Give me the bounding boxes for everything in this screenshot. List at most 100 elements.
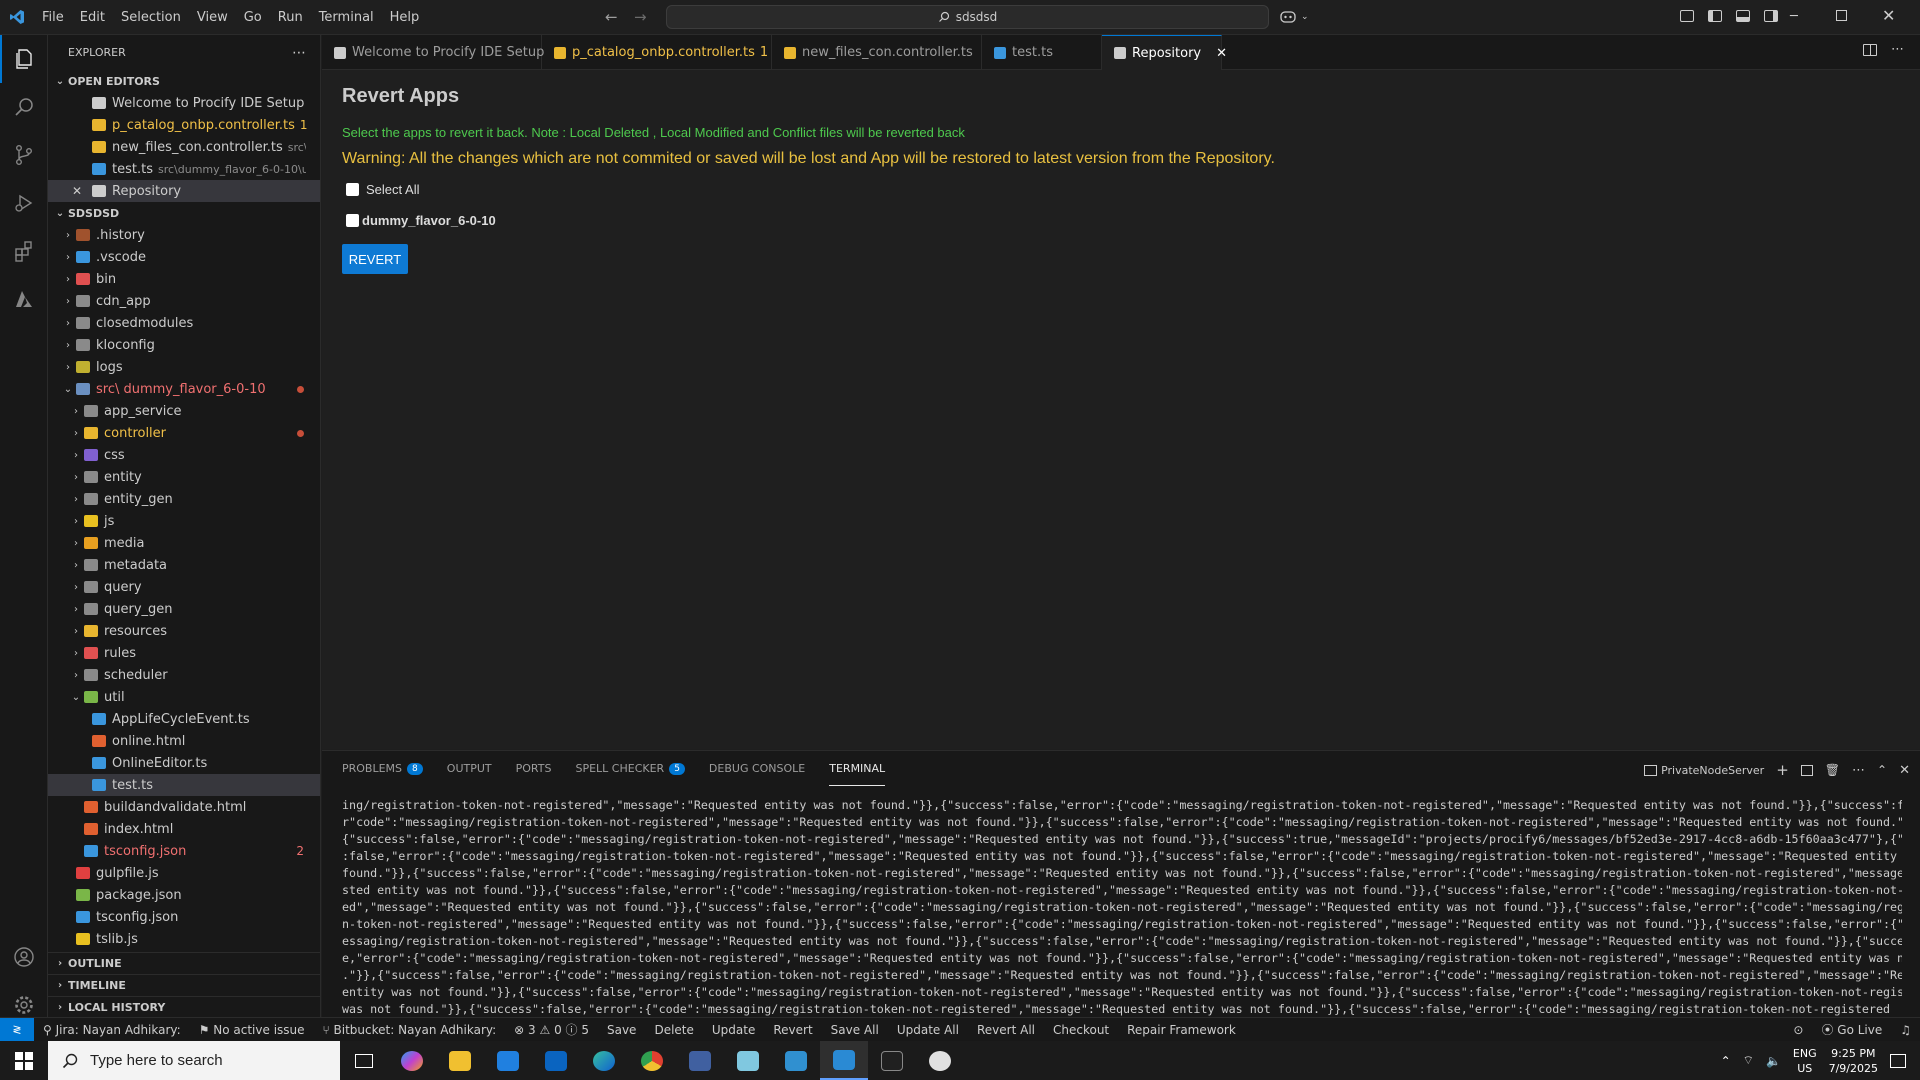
file-item[interactable]: tslib.js xyxy=(48,928,320,950)
section-outline[interactable]: › OUTLINE xyxy=(48,952,320,974)
file-item[interactable]: index.html xyxy=(48,818,320,840)
terminal-app-icon[interactable] xyxy=(868,1041,916,1080)
taskbar-search-box[interactable]: Type here to search xyxy=(48,1041,340,1080)
task-view-icon[interactable] xyxy=(340,1041,388,1080)
folder-item[interactable]: › metadata xyxy=(48,554,320,576)
network-icon[interactable]: ⌔ xyxy=(1743,1053,1754,1068)
folder-item[interactable]: ⌄ util xyxy=(48,686,320,708)
open-editor-item[interactable]: ✕ Repository xyxy=(48,180,320,202)
close-window-button[interactable]: ✕ xyxy=(1882,6,1895,25)
menu-terminal[interactable]: Terminal xyxy=(311,0,382,35)
chrome-icon[interactable] xyxy=(628,1041,676,1080)
status-action-revert[interactable]: Revert xyxy=(764,1023,821,1037)
status-action-revert-all[interactable]: Revert All xyxy=(968,1023,1044,1037)
menu-run[interactable]: Run xyxy=(270,0,311,35)
section-timeline[interactable]: › TIMELINE xyxy=(48,974,320,996)
bitbucket-status[interactable]: ⑂ Bitbucket: Nayan Adhikary: xyxy=(314,1023,506,1037)
menu-go[interactable]: Go xyxy=(236,0,270,35)
terminal-output[interactable]: ing/registration-token-not-registered","… xyxy=(342,797,1902,1035)
folder-item[interactable]: › app_service xyxy=(48,400,320,422)
folder-item[interactable]: › .history xyxy=(48,224,320,246)
status-action-repair-framework[interactable]: Repair Framework xyxy=(1118,1023,1245,1037)
notepad-icon[interactable] xyxy=(724,1041,772,1080)
app-checkbox[interactable] xyxy=(346,214,359,227)
new-terminal-icon[interactable]: + xyxy=(1776,761,1789,779)
jira-issue[interactable]: ⚑ No active issue xyxy=(190,1023,314,1037)
azure-icon[interactable] xyxy=(0,275,48,323)
toggle-primary-sidebar-icon[interactable] xyxy=(1708,10,1722,22)
remote-desktop-icon[interactable] xyxy=(676,1041,724,1080)
select-all-checkbox[interactable] xyxy=(346,183,359,196)
open-editor-item[interactable]: p_catalog_onbp.controller.tss...1 xyxy=(48,114,320,136)
menu-edit[interactable]: Edit xyxy=(72,0,113,35)
vscode-taskbar-icon[interactable] xyxy=(820,1041,868,1080)
command-center-search[interactable]: sdsdsd xyxy=(666,5,1269,29)
close-editor-icon[interactable]: ✕ xyxy=(72,184,92,198)
status-action-delete[interactable]: Delete xyxy=(645,1023,702,1037)
search-view-icon[interactable] xyxy=(0,83,48,131)
folder-item[interactable]: › query xyxy=(48,576,320,598)
run-debug-icon[interactable] xyxy=(0,179,48,227)
folder-item[interactable]: › query_gen xyxy=(48,598,320,620)
open-editor-item[interactable]: Welcome to Procify IDE Setup xyxy=(48,92,320,114)
revert-button[interactable]: REVERT xyxy=(342,244,408,274)
back-arrow-icon[interactable]: ← xyxy=(605,8,618,26)
section-local-history[interactable]: › LOCAL HISTORY xyxy=(48,996,320,1018)
editor-tab[interactable]: p_catalog_onbp.controller.ts 1 xyxy=(542,35,772,70)
outlook-icon[interactable] xyxy=(532,1041,580,1080)
maximize-panel-icon[interactable]: ⌃ xyxy=(1877,763,1887,777)
panel-more-icon[interactable]: ⋯ xyxy=(1852,763,1865,778)
folder-item[interactable]: › logs xyxy=(48,356,320,378)
open-editor-item[interactable]: new_files_con.controller.ts src\dum... xyxy=(48,136,320,158)
status-action-save-all[interactable]: Save All xyxy=(822,1023,888,1037)
folder-item[interactable]: › resources xyxy=(48,620,320,642)
language-indicator[interactable]: ENG US xyxy=(1793,1046,1817,1076)
forward-arrow-icon[interactable]: → xyxy=(634,8,647,26)
go-live-button[interactable]: ⦿ Go Live xyxy=(1812,1021,1891,1038)
explorer-icon[interactable] xyxy=(0,35,48,83)
file-item[interactable]: buildandvalidate.html xyxy=(48,796,320,818)
close-tab-icon[interactable]: ✕ xyxy=(1216,46,1227,61)
menu-selection[interactable]: Selection xyxy=(113,0,189,35)
panel-tab-terminal[interactable]: TERMINAL xyxy=(829,751,886,786)
terminal-name[interactable]: PrivateNodeServer xyxy=(1661,764,1764,777)
status-action-update[interactable]: Update xyxy=(703,1023,764,1037)
panel-tab-problems[interactable]: PROBLEMS 8 xyxy=(342,751,423,786)
panel-tab-debug-console[interactable]: DEBUG CONSOLE xyxy=(709,751,805,786)
notification-center-icon[interactable] xyxy=(1890,1053,1906,1068)
file-item[interactable]: tsconfig.json 2 xyxy=(48,840,320,862)
folder-item[interactable]: › controller xyxy=(48,422,320,444)
minimize-button[interactable]: ─ xyxy=(1790,9,1798,24)
windows-start-icon[interactable] xyxy=(0,1041,48,1080)
clock[interactable]: 9:25 PM 7/9/2025 xyxy=(1829,1046,1878,1076)
github-desktop-icon[interactable] xyxy=(916,1041,964,1080)
panel-tab-spell-checker[interactable]: SPELL CHECKER 5 xyxy=(575,751,685,786)
customize-layout-icon[interactable] xyxy=(1680,10,1694,22)
split-editor-icon[interactable] xyxy=(1863,44,1877,56)
vm-app-icon[interactable] xyxy=(772,1041,820,1080)
folder-item[interactable]: › entity_gen xyxy=(48,488,320,510)
open-editor-item[interactable]: test.ts src\dummy_flavor_6-0-10\util xyxy=(48,158,320,180)
copilot-icon[interactable]: ⌄ xyxy=(1279,9,1309,25)
folder-item[interactable]: › scheduler xyxy=(48,664,320,686)
toggle-secondary-sidebar-icon[interactable] xyxy=(1764,10,1778,22)
file-item[interactable]: gulpfile.js xyxy=(48,862,320,884)
folder-item[interactable]: › closedmodules xyxy=(48,312,320,334)
split-terminal-icon[interactable] xyxy=(1800,764,1813,776)
status-action-save[interactable]: Save xyxy=(598,1023,645,1037)
kill-terminal-icon[interactable]: 🗑 xyxy=(1825,763,1840,777)
volume-icon[interactable]: 🔈 xyxy=(1766,1054,1781,1068)
editor-tab[interactable]: Repository ✕ xyxy=(1102,35,1227,70)
folder-item[interactable]: › entity xyxy=(48,466,320,488)
copilot-app-icon[interactable] xyxy=(388,1041,436,1080)
folder-item[interactable]: › media xyxy=(48,532,320,554)
file-item[interactable]: tsconfig.json xyxy=(48,906,320,928)
accounts-icon[interactable] xyxy=(0,933,48,981)
workspace-header[interactable]: ⌄ SDSDSD xyxy=(48,202,320,224)
file-item[interactable]: online.html xyxy=(48,730,320,752)
menu-view[interactable]: View xyxy=(189,0,236,35)
jira-status[interactable]: ⚲ Jira: Nayan Adhikary: xyxy=(34,1023,190,1037)
panel-tab-output[interactable]: OUTPUT xyxy=(447,751,492,786)
status-action-checkout[interactable]: Checkout xyxy=(1044,1023,1118,1037)
folder-item[interactable]: › bin xyxy=(48,268,320,290)
